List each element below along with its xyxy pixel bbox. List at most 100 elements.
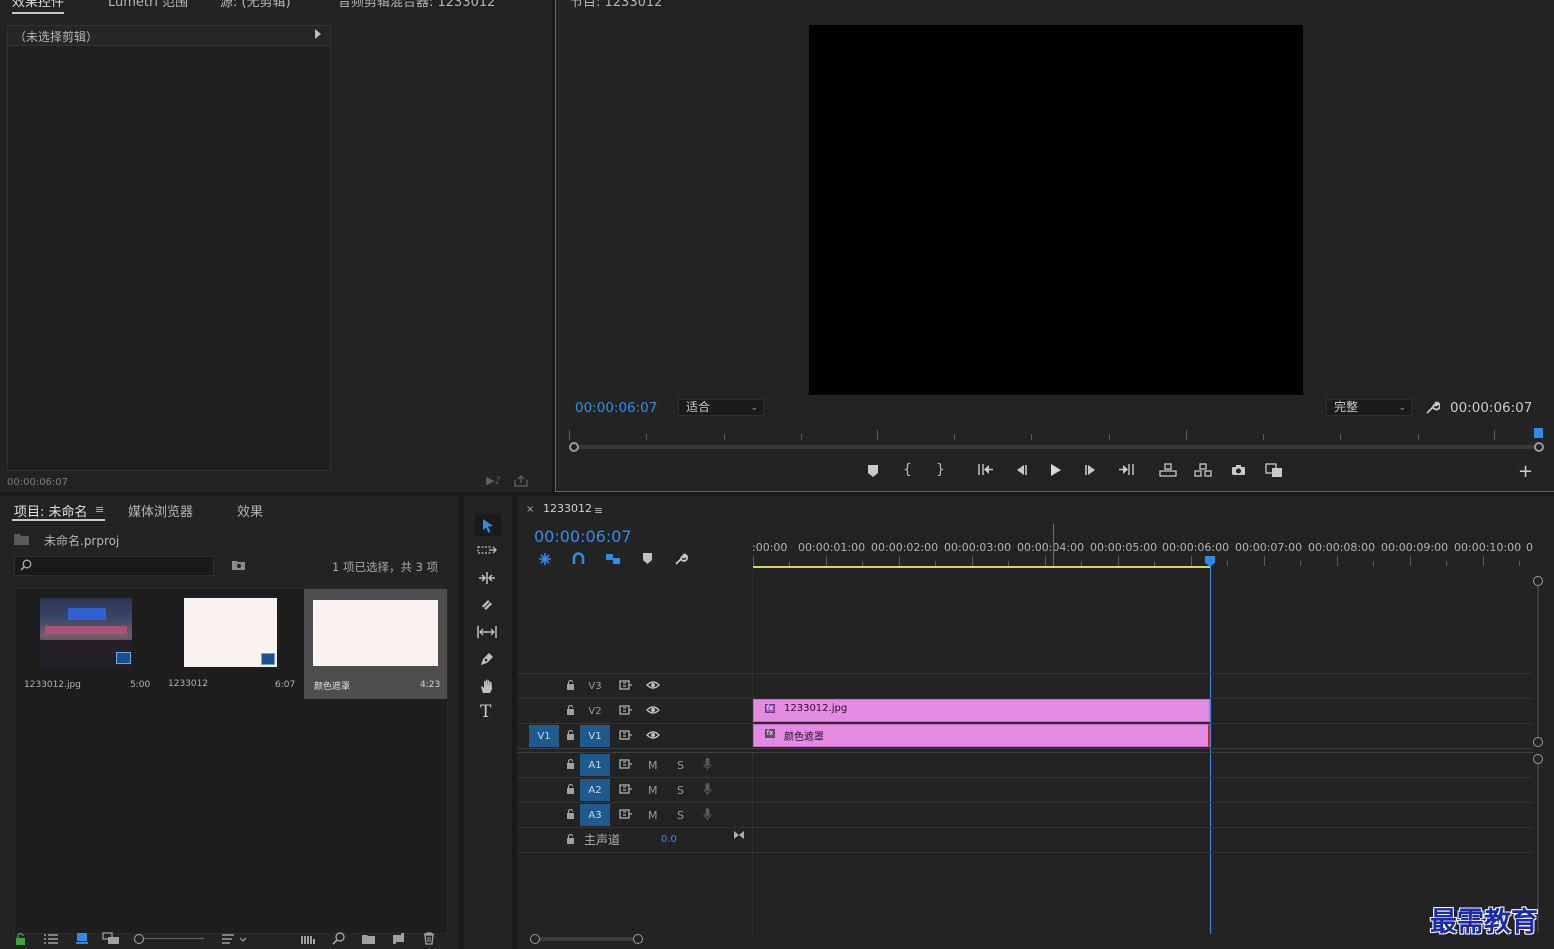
expand-arrow-icon[interactable]	[315, 29, 321, 39]
track-name-a1[interactable]: A1	[580, 754, 610, 776]
microphone-icon[interactable]	[703, 807, 712, 821]
scroll-handle-top[interactable]	[1533, 576, 1543, 586]
track-select-tool-icon[interactable]	[477, 544, 497, 556]
close-sequence-icon[interactable]: ×	[526, 505, 534, 515]
master-volume-value[interactable]: 0.0	[661, 834, 677, 845]
eye-icon[interactable]	[646, 680, 660, 690]
microphone-icon[interactable]	[703, 782, 712, 796]
solo-button[interactable]: S	[677, 759, 684, 772]
wrench-icon[interactable]	[1425, 400, 1440, 415]
sequence-menu-icon[interactable]: ≡	[594, 505, 603, 516]
mark-in-icon[interactable]: {	[903, 463, 912, 477]
automate-to-sequence-icon[interactable]	[300, 933, 316, 945]
lock-track-icon[interactable]	[566, 809, 575, 819]
sync-lock-icon[interactable]	[619, 784, 633, 794]
program-zoom-scrollbar[interactable]	[569, 442, 1544, 452]
zoom-handle-left[interactable]	[569, 442, 579, 452]
track-name-a2[interactable]: A2	[580, 779, 610, 801]
new-search-bin-icon[interactable]	[231, 559, 246, 571]
lock-track-icon[interactable]	[566, 834, 575, 844]
lock-track-icon[interactable]	[566, 730, 575, 740]
extract-icon[interactable]	[1194, 463, 1212, 477]
timeline-horizontal-scrollbar[interactable]	[530, 934, 645, 944]
camera-icon[interactable]	[1231, 464, 1246, 476]
fit-select[interactable]: 适合 ⌄	[678, 399, 764, 416]
lock-track-icon[interactable]	[566, 784, 575, 794]
go-to-in-icon[interactable]	[978, 463, 994, 476]
mute-button[interactable]: M	[648, 809, 658, 822]
new-item-icon[interactable]	[392, 932, 405, 945]
list-view-icon[interactable]	[43, 933, 59, 945]
tab-source[interactable]: 源: (无剪辑)	[220, 0, 291, 10]
solo-button[interactable]: S	[677, 809, 684, 822]
project-item-selected[interactable]: 颜色遮罩 4:23	[304, 589, 447, 699]
hand-tool-icon[interactable]	[479, 678, 495, 695]
razor-tool-icon[interactable]	[479, 597, 495, 613]
ripple-edit-tool-icon[interactable]	[477, 571, 497, 585]
comparison-view-icon[interactable]	[1265, 463, 1283, 478]
source-patch-v1[interactable]: V1	[529, 725, 559, 747]
lock-track-icon[interactable]	[566, 705, 575, 715]
tab-project[interactable]: 项目: 未命名	[14, 501, 88, 520]
trash-icon[interactable]	[423, 932, 435, 945]
zoom-slider[interactable]	[134, 934, 204, 944]
track-name-v2[interactable]: V2	[580, 700, 610, 722]
go-to-edit-point-icon[interactable]	[733, 830, 745, 840]
tab-effect-controls[interactable]: 效果控件	[12, 0, 65, 14]
slip-tool-icon[interactable]	[477, 625, 497, 639]
scroll-handle-right[interactable]	[633, 934, 643, 944]
add-button-icon[interactable]: +	[1518, 463, 1533, 481]
clip-v1[interactable]: fx 颜色遮罩	[753, 724, 1210, 747]
solo-button[interactable]: S	[677, 784, 684, 797]
play-icon[interactable]	[1050, 463, 1062, 477]
track-name-a3[interactable]: A3	[580, 804, 610, 826]
mark-out-icon[interactable]: }	[936, 463, 945, 477]
new-bin-icon[interactable]	[361, 933, 376, 945]
program-playhead-marker[interactable]	[1534, 428, 1543, 438]
lock-track-icon[interactable]	[566, 680, 575, 690]
project-item[interactable]: 1233012 6:07	[159, 589, 301, 699]
filter-audio-icon[interactable]: ▶♪	[486, 475, 501, 486]
add-marker-icon[interactable]	[866, 464, 880, 478]
freeform-view-icon[interactable]	[102, 932, 120, 945]
lift-icon[interactable]	[1159, 463, 1177, 477]
clip-v2[interactable]: fx 1233012.jpg	[753, 699, 1210, 722]
zoom-handle-right[interactable]	[1534, 442, 1544, 452]
project-search-input[interactable]	[14, 556, 214, 576]
tab-media-browser[interactable]: 媒体浏览器	[128, 501, 193, 520]
tab-lumetri-scopes[interactable]: Lumetri 范围	[108, 0, 188, 10]
microphone-icon[interactable]	[703, 757, 712, 771]
scroll-handle-top[interactable]	[1533, 754, 1543, 764]
add-marker-icon[interactable]	[643, 553, 652, 564]
pen-tool-icon[interactable]	[479, 651, 495, 667]
tab-sequence[interactable]: 1233012	[543, 502, 592, 515]
tab-menu-icon[interactable]: ≡	[74, 0, 82, 4]
mute-button[interactable]: M	[648, 759, 658, 772]
sort-icon[interactable]	[221, 933, 247, 945]
export-icon[interactable]	[514, 475, 528, 487]
lock-track-icon[interactable]	[566, 759, 575, 769]
tab-audio-clip-mixer[interactable]: 音频剪辑混合器: 1233012	[338, 0, 495, 10]
linked-selection-icon[interactable]	[605, 552, 621, 566]
zoom-slider-handle[interactable]	[134, 934, 144, 944]
icon-view-icon[interactable]	[75, 932, 89, 945]
nest-icon[interactable]	[538, 552, 552, 566]
program-mini-ruler[interactable]	[569, 428, 1543, 440]
go-to-out-icon[interactable]	[1118, 463, 1134, 476]
program-menu-icon[interactable]: ≡	[653, 0, 661, 4]
timeline-settings-wrench-icon[interactable]	[674, 552, 688, 566]
track-name-v3[interactable]: V3	[580, 675, 610, 697]
video-vertical-scrollbar[interactable]	[1533, 576, 1543, 747]
eye-icon[interactable]	[646, 705, 660, 715]
find-icon[interactable]	[332, 932, 345, 945]
snap-magnet-icon[interactable]	[572, 552, 585, 565]
step-forward-icon[interactable]	[1085, 464, 1098, 476]
project-item[interactable]: 1233012.jpg 5:00	[15, 589, 157, 699]
eye-icon[interactable]	[646, 730, 660, 740]
sync-lock-icon[interactable]	[619, 809, 633, 819]
lock-icon[interactable]	[15, 933, 26, 945]
scroll-handle-left[interactable]	[530, 934, 540, 944]
sync-lock-icon[interactable]	[619, 759, 633, 769]
project-menu-icon[interactable]: ≡	[95, 504, 104, 515]
sync-lock-icon[interactable]	[619, 730, 633, 740]
